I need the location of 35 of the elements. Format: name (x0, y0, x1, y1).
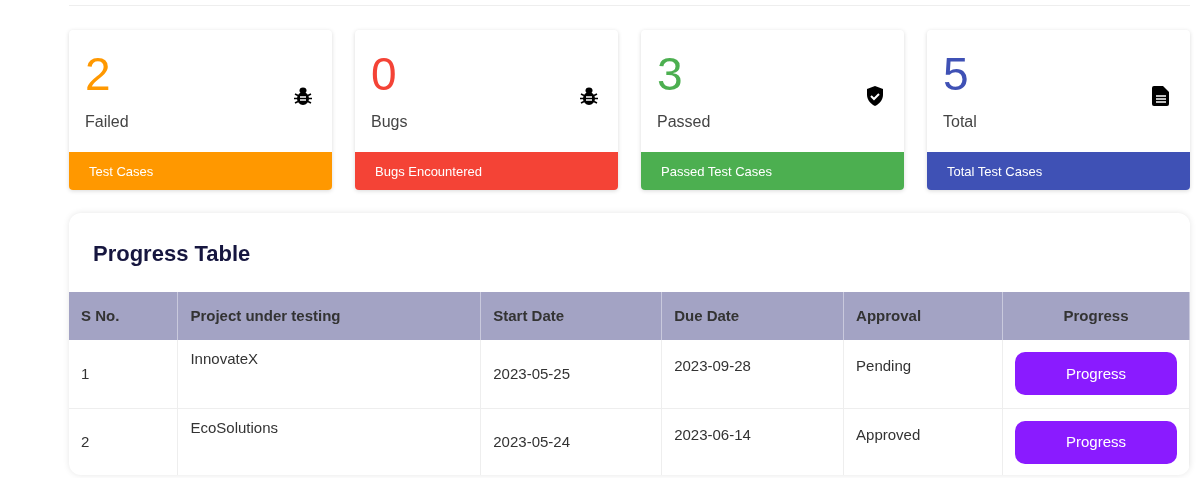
progress-button[interactable]: Progress (1015, 352, 1177, 396)
stat-label: Bugs (371, 112, 408, 132)
progress-button[interactable]: Progress (1015, 420, 1177, 464)
stat-value: 5 (943, 48, 969, 100)
column-header: S No. (69, 292, 178, 340)
bug-icon (294, 86, 312, 106)
table-cell: Approved (856, 425, 921, 443)
table-cell: Pending (856, 357, 912, 374)
table-cell: 1 (81, 364, 90, 382)
column-header: Progress (1002, 292, 1190, 340)
stat-footer: Bugs Encountered (355, 152, 618, 190)
stat-label: Failed (85, 112, 129, 132)
column-header: Due Date (661, 292, 844, 340)
table-cell: 2 (81, 432, 90, 450)
stat-footer: Total Test Cases (927, 152, 1190, 190)
stat-label: Passed (657, 112, 711, 132)
table-cell: InnovateX (190, 350, 258, 367)
table-title: Progress Table (92, 240, 252, 268)
table-cell: 2023-06-14 (674, 425, 751, 443)
column-header: Start Date (480, 292, 662, 340)
stat-footer: Test Cases (69, 152, 332, 190)
stat-footer: Passed Test Cases (641, 152, 904, 190)
table-cell: 2023-05-25 (493, 364, 570, 382)
stat-value: 3 (657, 48, 683, 100)
column-header: Approval (843, 292, 1003, 340)
shield-check-icon (866, 86, 884, 106)
bug-icon (580, 86, 598, 106)
document-icon (1152, 86, 1170, 106)
stat-value: 2 (85, 48, 111, 100)
table-cell: EcoSolutions (190, 418, 278, 436)
table-cell: 2023-05-24 (493, 432, 570, 450)
stat-label: Total (943, 112, 977, 132)
stat-value: 0 (371, 48, 397, 100)
column-header: Project under testing (177, 292, 481, 340)
table-cell: 2023-09-28 (674, 357, 751, 374)
